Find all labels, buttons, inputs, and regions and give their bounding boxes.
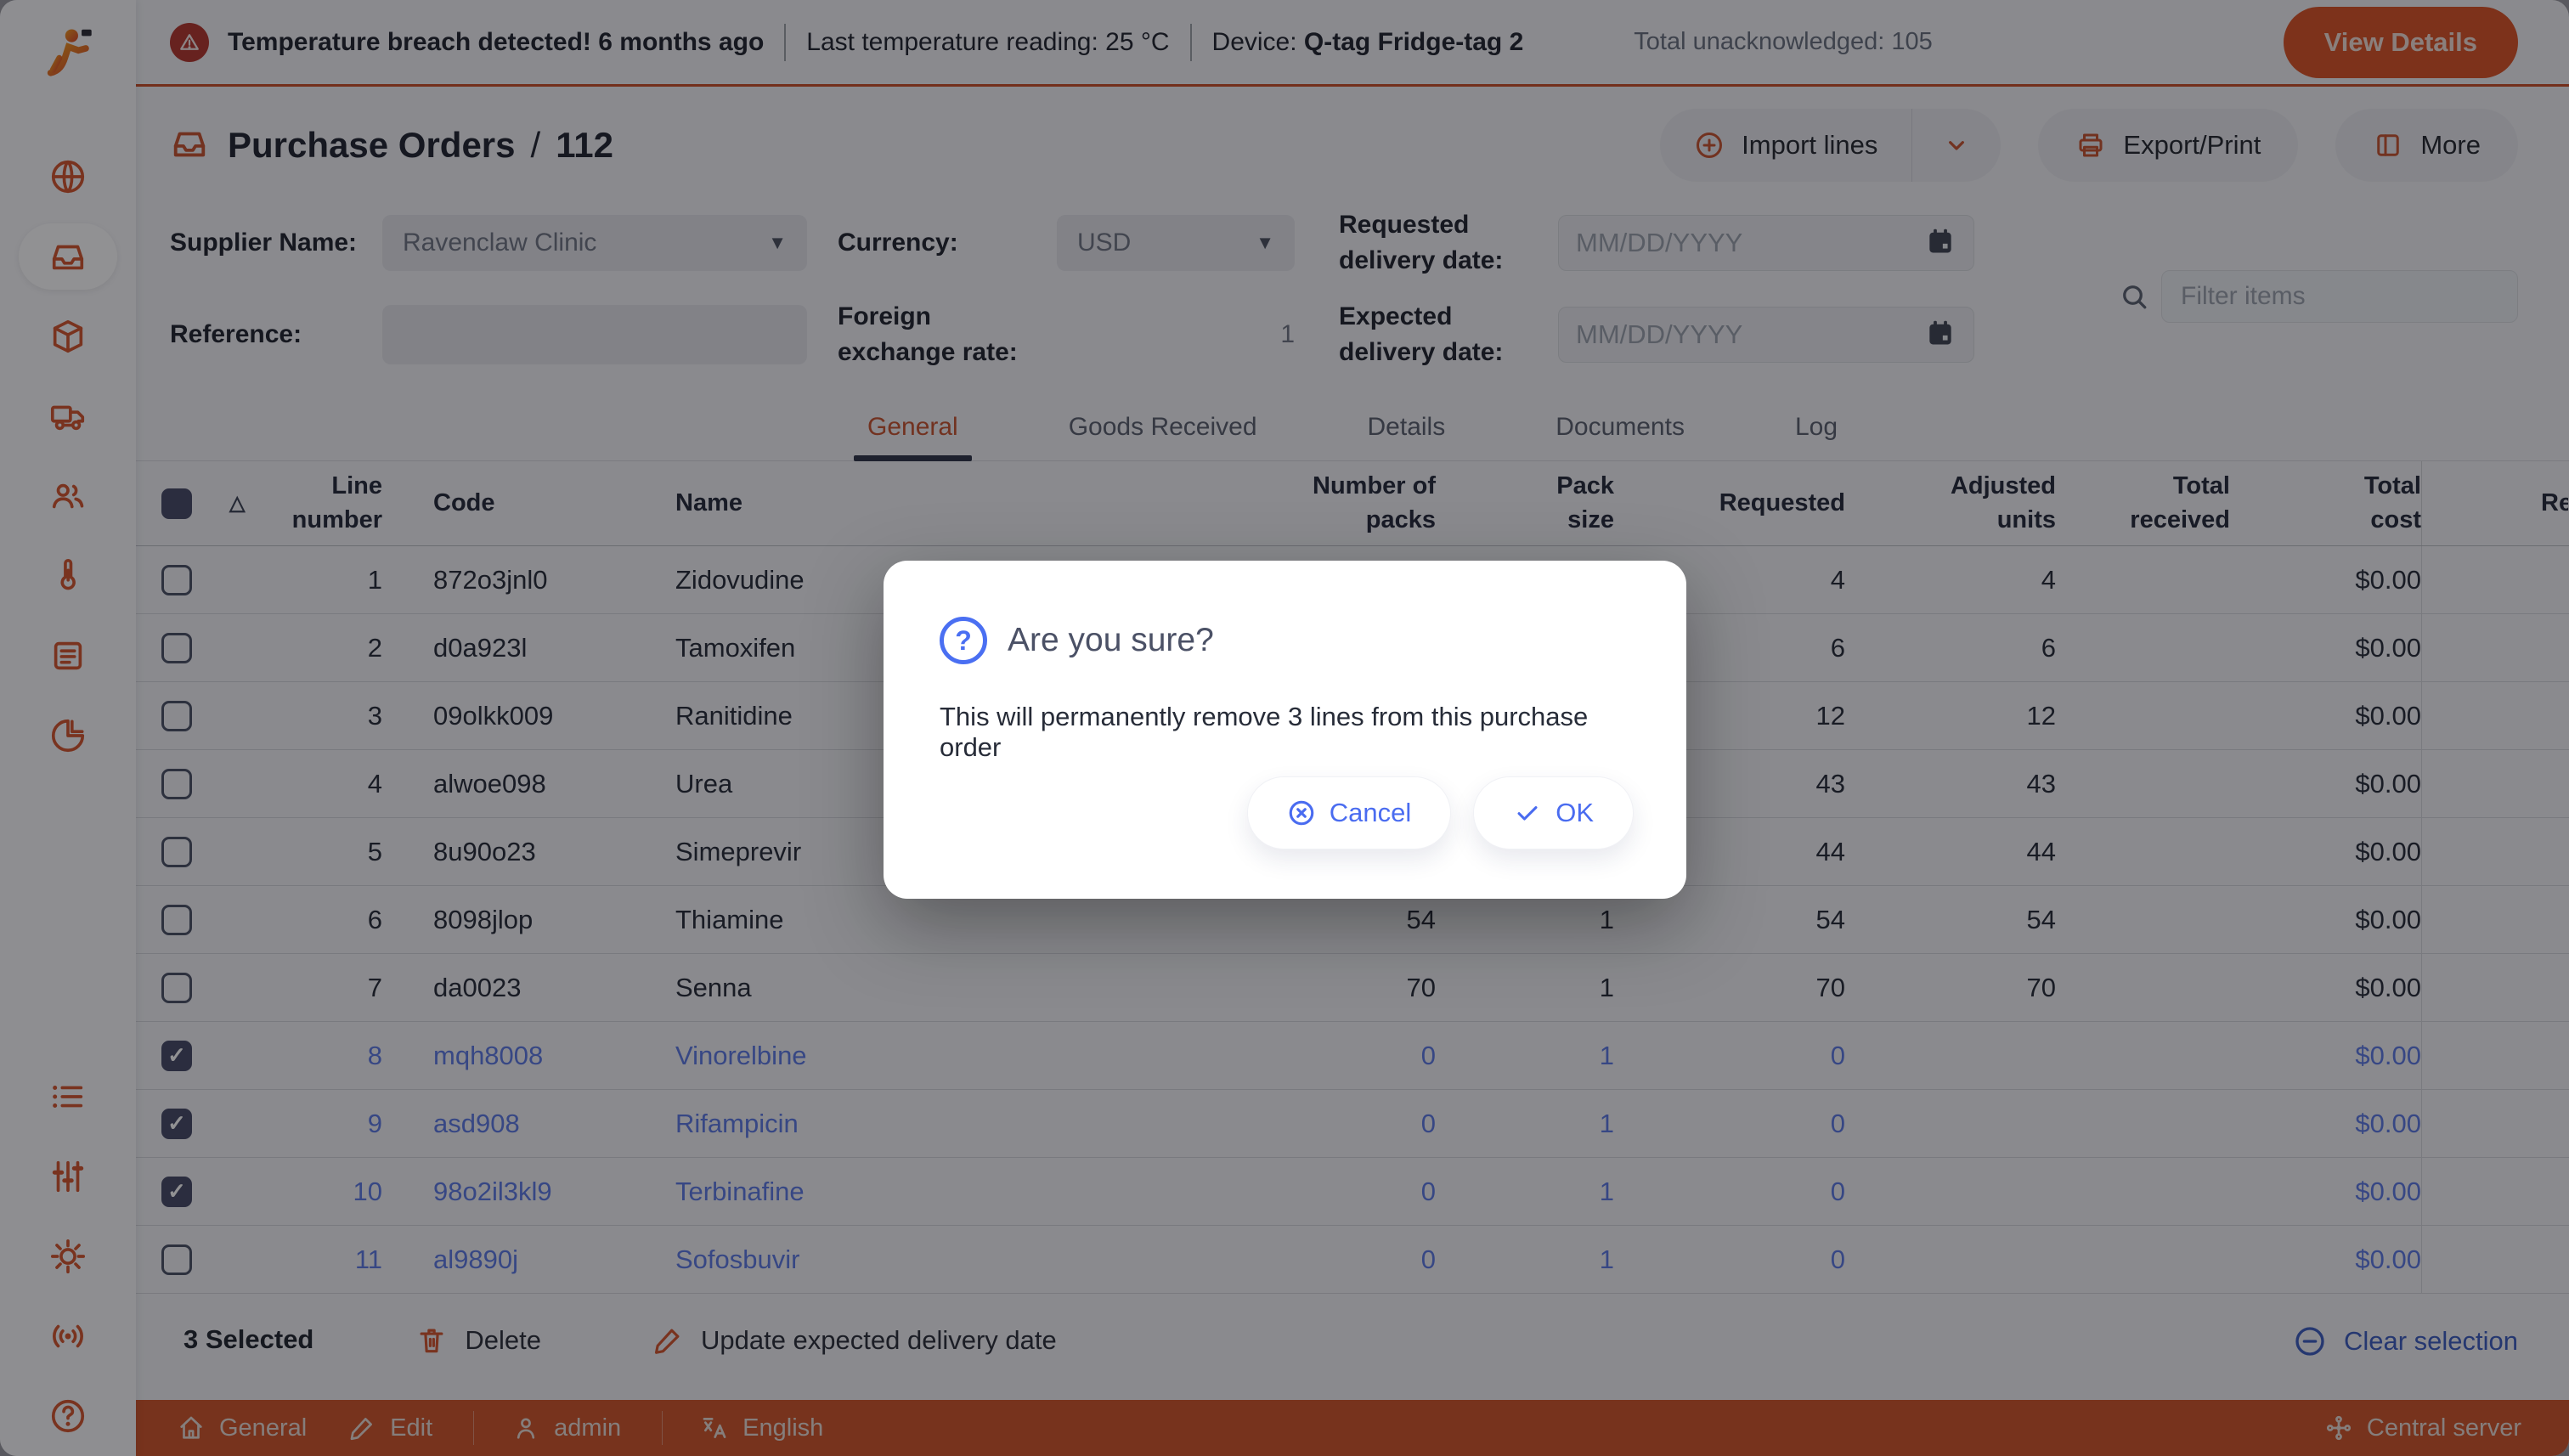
cancel-button[interactable]: Cancel [1247, 776, 1452, 849]
ok-button[interactable]: OK [1473, 776, 1634, 849]
question-circle-icon: ? [940, 617, 987, 664]
dialog-title: Are you sure? [1008, 622, 1214, 659]
check-icon [1513, 799, 1542, 827]
x-circle-icon [1287, 799, 1316, 827]
confirm-dialog: ? Are you sure? This will permanently re… [884, 561, 1686, 899]
dialog-message: This will permanently remove 3 lines fro… [940, 702, 1630, 763]
